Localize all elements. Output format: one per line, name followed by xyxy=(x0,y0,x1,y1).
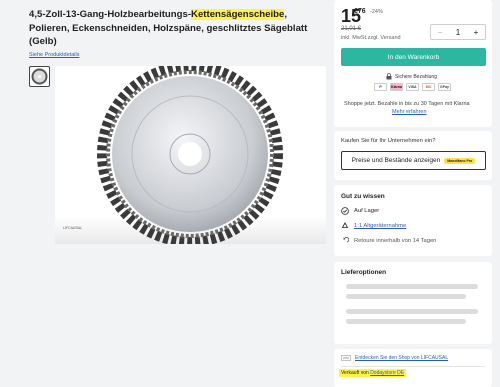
title-highlight: Kettensägenscheibe xyxy=(191,9,285,20)
increment-button[interactable]: + xyxy=(474,28,479,37)
take-back-row: 1:1 Altgeräternahme xyxy=(341,222,406,230)
product-details-link[interactable]: Siehe Produktdetails xyxy=(29,52,79,58)
return-arrow-icon xyxy=(343,237,349,243)
image-brand-mark: LIFCAUSAL xyxy=(63,226,83,230)
returns-label: Retoure innerhalb von 14 Tagen xyxy=(354,238,437,244)
product-image[interactable]: LIFCAUSAL xyxy=(55,66,326,244)
check-circle-icon xyxy=(341,207,349,215)
add-to-cart-button[interactable]: In den Warenkorb xyxy=(341,48,486,66)
take-back-link[interactable]: 1:1 Altgeräternahme xyxy=(354,223,406,229)
saw-disc-thumb-icon xyxy=(31,68,48,85)
vat-note: inkl. MwSt.zzgl. Versand xyxy=(341,35,401,41)
discount-badge: -24% xyxy=(370,9,383,15)
seller-link[interactable]: Dodaystore DE xyxy=(370,370,404,376)
recycle-icon xyxy=(341,222,349,228)
seller-card: Entdecken Sie den Shop von LIFCAUSAL Ver… xyxy=(334,349,492,387)
klarna-icon: Klarna xyxy=(390,83,403,91)
seller-logo-icon xyxy=(341,355,351,361)
saw-disc-image xyxy=(97,66,283,244)
payment-methods: P Klarna VISA MC GPay xyxy=(374,83,451,91)
loading-skeleton xyxy=(346,294,466,299)
product-title: 4,5-Zoll-13-Gang-Holzbearbeitungs-Ketten… xyxy=(29,8,329,49)
title-part-1: 4,5-Zoll-13-Gang-Holzbearbeitungs- xyxy=(29,9,192,20)
decrement-button[interactable]: − xyxy=(438,28,443,37)
loading-skeleton xyxy=(346,309,478,314)
business-card: Kaufen Sie für Ihr Unternehmen ein? Prei… xyxy=(334,131,492,180)
loading-skeleton xyxy=(346,319,466,324)
paypal-icon: P xyxy=(374,83,387,91)
visa-icon: VISA xyxy=(406,83,419,91)
sold-by: Verkauft von Dodaystore DE xyxy=(339,369,407,377)
mastercard-icon: MC xyxy=(422,83,435,91)
delivery-card: Lieferoptionen xyxy=(334,262,492,344)
divider xyxy=(341,366,485,367)
good-to-know-title: Gut zu wissen xyxy=(341,193,385,200)
loading-skeleton xyxy=(346,284,478,289)
quantity-stepper[interactable]: − 1 + xyxy=(430,24,486,40)
gallery-thumbnail[interactable] xyxy=(29,66,50,87)
shop-link[interactable]: Entdecken Sie den Shop von LIFCAUSAL xyxy=(355,355,448,361)
learn-more-link[interactable]: Mehr erfahren xyxy=(392,109,427,115)
secure-payment: Sichere Bezahlung xyxy=(386,73,437,80)
show-pro-prices-button[interactable]: Preise und Bestände anzeigen ManoMano Pr… xyxy=(341,151,486,170)
business-question: Kaufen Sie für Ihr Unternehmen ein? xyxy=(341,138,436,144)
good-to-know-card: Gut zu wissen Auf Lager 1:1 Altgeräterna… xyxy=(334,185,492,256)
quantity-value[interactable]: 1 xyxy=(456,28,460,37)
shop-row: Entdecken Sie den Shop von LIFCAUSAL xyxy=(341,355,448,361)
secure-payment-label: Sichere Bezahlung xyxy=(395,73,437,80)
in-stock-label: Auf Lager xyxy=(354,208,380,214)
in-stock-row: Auf Lager xyxy=(341,207,379,215)
sold-by-prefix: Verkauft von xyxy=(341,370,369,376)
manomano-pro-badge: ManoMano Pro xyxy=(444,157,476,164)
price-cents: €76 xyxy=(354,8,366,15)
googlepay-icon: GPay xyxy=(438,83,451,91)
returns-row: Retoure innerhalb von 14 Tagen xyxy=(341,237,436,245)
klarna-promo: Shoppe jetzt. Bezahle in bis zu 30 Tagen… xyxy=(344,101,470,107)
price-card: 15 €76 -24% 21,01 € inkl. MwSt.zzgl. Ver… xyxy=(334,0,492,127)
pro-prices-label: Preise und Bestände anzeigen xyxy=(351,157,441,164)
lock-icon xyxy=(386,73,392,80)
delivery-title: Lieferoptionen xyxy=(341,269,387,276)
old-price: 21,01 € xyxy=(341,26,362,32)
